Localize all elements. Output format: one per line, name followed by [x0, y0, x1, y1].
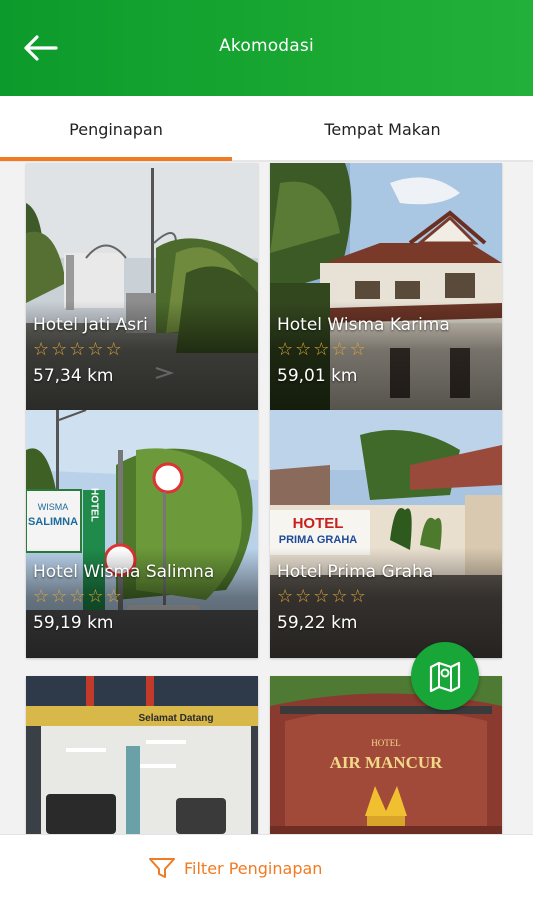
listing-name: Hotel Prima Graha [277, 562, 434, 582]
bottom-bar: Filter Penginapan [0, 834, 533, 900]
listing-grid[interactable]: Hotel Jati Asri ☆ ☆ ☆ ☆ ☆ 57,34 km Hotel… [0, 162, 533, 834]
star-icon: ☆ [295, 339, 312, 360]
photo-sign-text: HOTEL [371, 738, 401, 748]
rating-stars: ☆ ☆ ☆ ☆ ☆ [33, 341, 122, 359]
listing-name: Hotel Wisma Salimna [33, 562, 215, 582]
tab-penginapan[interactable]: Penginapan [0, 96, 232, 162]
listing-name: Hotel Wisma Karima [277, 315, 450, 335]
rating-stars: ☆ ☆ ☆ ☆ ☆ [277, 341, 366, 359]
star-icon: ☆ [331, 339, 348, 360]
listing-distance: 57,34 km [33, 366, 114, 386]
listing-photo: Selamat Datang [26, 676, 258, 834]
filter-label: Filter Penginapan [184, 858, 323, 878]
star-icon: ☆ [277, 586, 294, 607]
tab-indicator [0, 157, 232, 161]
listing-name: Hotel Jati Asri [33, 315, 148, 335]
listing-distance: 59,19 km [33, 613, 114, 633]
star-icon: ☆ [105, 339, 122, 360]
rating-stars: ☆ ☆ ☆ ☆ ☆ [277, 588, 366, 606]
listing-card-wisma-salimna[interactable]: WISMA SALIMNA HOTEL Hotel Wisma Salimna … [26, 410, 258, 658]
photo-sign-text: Selamat Datang [138, 713, 213, 724]
tab-bar: Penginapan Tempat Makan [0, 96, 533, 162]
photo-sign-text: WISMA [38, 502, 69, 512]
filter-button[interactable]: Filter Penginapan [148, 853, 322, 883]
star-icon: ☆ [33, 339, 50, 360]
star-icon: ☆ [349, 586, 366, 607]
rating-stars: ☆ ☆ ☆ ☆ ☆ [33, 588, 122, 606]
star-icon: ☆ [69, 339, 86, 360]
photo-sign-text: HOTEL [293, 515, 344, 532]
star-icon: ☆ [349, 339, 366, 360]
star-icon: ☆ [69, 586, 86, 607]
photo-sign-text: AIR MANCUR [330, 753, 444, 772]
page-title: Akomodasi [219, 36, 314, 56]
star-icon: ☆ [105, 586, 122, 607]
map-icon [429, 661, 461, 693]
star-icon: ☆ [295, 586, 312, 607]
photo-sign-text: SALIMNA [28, 516, 78, 528]
star-icon: ☆ [313, 586, 330, 607]
listing-card-prima-graha[interactable]: HOTEL PRIMA GRAHA Hotel Prima Graha ☆ ☆ ☆ ☆… [270, 410, 502, 658]
photo-sign-text: PRIMA GRAHA [279, 534, 357, 546]
photo-sign-text: HOTEL [89, 488, 100, 522]
star-icon: ☆ [87, 586, 104, 607]
tab-tempat-makan[interactable]: Tempat Makan [232, 96, 533, 162]
listing-distance: 59,22 km [277, 613, 358, 633]
app-bar: Akomodasi [0, 0, 533, 96]
funnel-icon [149, 858, 175, 878]
listing-card-jati-asri[interactable]: Hotel Jati Asri ☆ ☆ ☆ ☆ ☆ 57,34 km [26, 163, 258, 411]
star-icon: ☆ [277, 339, 294, 360]
listing-card-wisma-karima[interactable]: Hotel Wisma Karima ☆ ☆ ☆ ☆ ☆ 59,01 km [270, 163, 502, 411]
star-icon: ☆ [87, 339, 104, 360]
star-icon: ☆ [313, 339, 330, 360]
listing-card-5[interactable]: Selamat Datang [26, 676, 258, 834]
star-icon: ☆ [51, 586, 68, 607]
star-icon: ☆ [51, 339, 68, 360]
listing-distance: 59,01 km [277, 366, 358, 386]
map-view-button[interactable] [411, 642, 479, 710]
star-icon: ☆ [331, 586, 348, 607]
star-icon: ☆ [33, 586, 50, 607]
